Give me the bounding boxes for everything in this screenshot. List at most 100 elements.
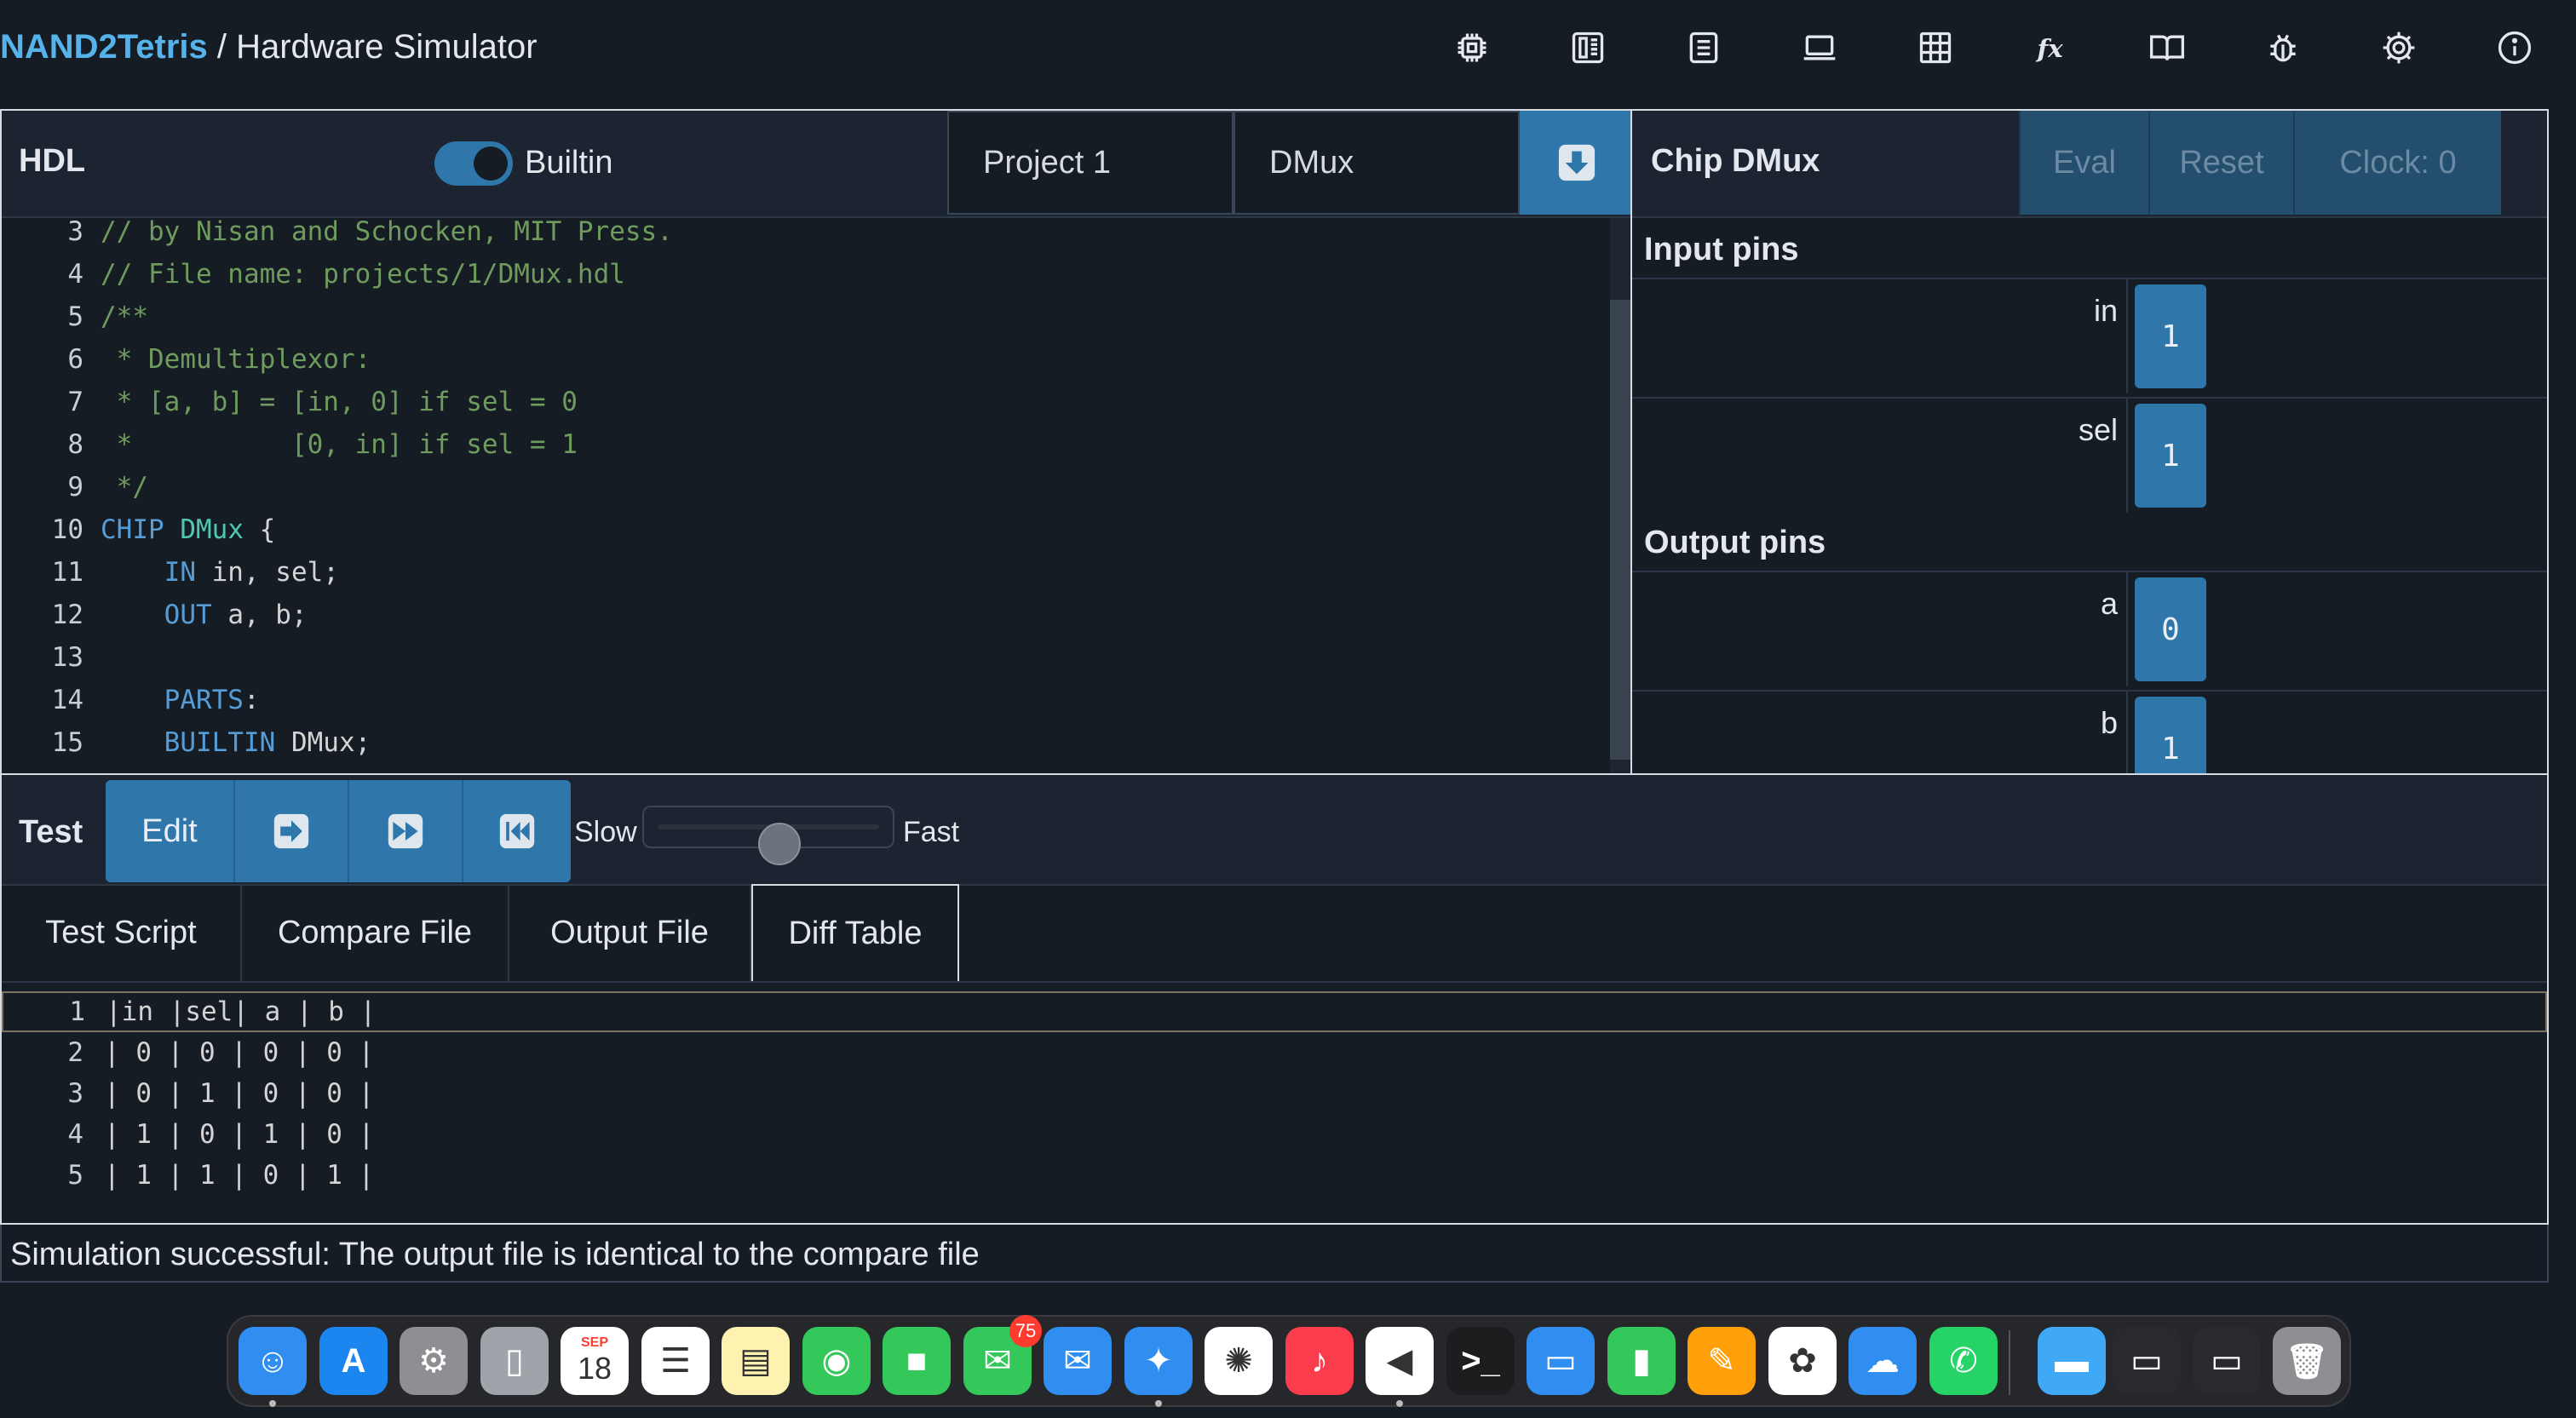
eval-button[interactable]: Eval <box>2019 111 2148 215</box>
dock-glyph: ▭ <box>1544 1342 1577 1380</box>
svg-text:fx: fx <box>2036 33 2064 63</box>
finder-dock-icon[interactable]: ☺ <box>239 1327 307 1395</box>
hdl-panel-title: HDL <box>19 143 86 179</box>
recent-window-2-dock-icon[interactable]: ▭ <box>2193 1327 2261 1395</box>
code-line: 3 // by Nisan and Schocken, MIT Press. <box>2 218 1612 252</box>
input-pin-row: in 1 <box>1632 278 2547 393</box>
bug-icon[interactable] <box>2225 20 2341 75</box>
tool-nav: fx <box>1414 20 2573 75</box>
input-pin-toggle[interactable]: 1 <box>2135 404 2206 508</box>
diff-table-view[interactable]: 1 |in |sel| a | b | 2 | 0 | 0 | 0 | 0 | 3 | 0… <box>2 983 2547 1223</box>
pin-divider <box>2126 692 2128 773</box>
line-number: 10 <box>51 514 83 545</box>
clock-button[interactable]: Clock: 0 <box>2293 111 2501 215</box>
code-line: 11 IN in, sel; <box>2 552 1612 593</box>
list-document-icon[interactable] <box>1646 20 1762 75</box>
step-button[interactable] <box>235 780 349 882</box>
dock-glyph: ✆ <box>1949 1342 1978 1380</box>
chatgpt-dock-icon[interactable]: ✺ <box>1205 1327 1273 1395</box>
facetime-dock-icon[interactable]: ■ <box>883 1327 951 1395</box>
project-select[interactable]: Project 1 <box>947 111 1233 215</box>
chip-icon[interactable] <box>1414 20 1530 75</box>
code-line: 7 * [a, b] = [in, 0] if sel = 0 <box>2 382 1612 422</box>
grid-table-icon[interactable] <box>1877 20 1993 75</box>
safari-dock-icon[interactable]: ✦ <box>1124 1327 1193 1395</box>
photos-dock-icon[interactable]: ✿ <box>1768 1327 1837 1395</box>
gear-icon[interactable] <box>2341 20 2457 75</box>
chip-select[interactable]: DMux <box>1233 111 1520 215</box>
code-line: 10 CHIP DMux { <box>2 509 1612 550</box>
chip-panel-title: Chip DMux <box>1651 143 1820 179</box>
terminal-dock-icon[interactable]: >_ <box>1446 1327 1515 1395</box>
input-pin-toggle[interactable]: 1 <box>2135 284 2206 388</box>
music-dock-icon[interactable]: ♪ <box>1285 1327 1354 1395</box>
macos-dock: ☺ A ⚙ ▯ SEP 18 ☰ ▤ ◉ ■ ✉ 75 ✉ ✦ ✺ ♪ ◀ >_ ▭ ▮ ✎ ✿ ☁ ✆ ▬ ▭ ▭ 🗑 <box>227 1315 2351 1407</box>
fast-label: Fast <box>903 816 960 848</box>
download-button[interactable] <box>1520 111 1630 215</box>
run-button[interactable] <box>349 780 463 882</box>
dock-glyph: ✿ <box>1788 1342 1817 1380</box>
hdl-editor-scroll-thumb[interactable] <box>1610 300 1630 760</box>
code-line: 13 <box>2 637 1612 678</box>
line-number: 12 <box>51 600 83 630</box>
messages-dock-icon[interactable]: ✉ 75 <box>963 1315 1042 1395</box>
hdl-code-editor[interactable]: 3 // by Nisan and Schocken, MIT Press. 4 //… <box>2 218 1612 773</box>
speed-slider-thumb[interactable] <box>758 823 801 865</box>
whatsapp-dock-icon[interactable]: ✆ <box>1929 1327 1998 1395</box>
diff-table-row: 5 | 1 | 1 | 0 | 1 | <box>2 1155 2547 1196</box>
open-book-icon[interactable] <box>2109 20 2225 75</box>
line-text: */ <box>101 467 148 508</box>
weather-dock-icon[interactable]: ☁ <box>1849 1327 1917 1395</box>
hdl-editor-scrollbar[interactable] <box>1610 218 1630 773</box>
notes-dock-icon[interactable]: ▤ <box>722 1327 790 1395</box>
recent-window-1-dock-icon[interactable]: ▭ <box>2113 1327 2181 1395</box>
pages-dock-icon[interactable]: ✎ <box>1688 1327 1756 1395</box>
reset-button[interactable]: Reset <box>2148 111 2293 215</box>
vscode-dock-icon[interactable]: ◀ <box>1366 1327 1434 1395</box>
calendar-month: SEP <box>580 1335 608 1350</box>
dock-glyph: ▤ <box>739 1342 772 1380</box>
line-text: /** <box>101 296 148 337</box>
running-indicator <box>1396 1400 1403 1407</box>
laptop-icon[interactable] <box>1762 20 1877 75</box>
code-text: : <box>243 685 260 715</box>
info-icon[interactable] <box>2457 20 2573 75</box>
tab-test-script[interactable]: Test Script <box>2 884 242 981</box>
pin-divider <box>2126 279 2128 393</box>
diff-row-text: | 0 | 0 | 0 | 0 | <box>104 1037 375 1068</box>
line-number: 1 <box>69 996 85 1027</box>
brand-link[interactable]: NAND2Tetris <box>0 28 208 66</box>
iphone-mirroring-dock-icon[interactable]: ▯ <box>480 1327 549 1395</box>
speed-slider[interactable] <box>642 806 894 865</box>
line-number: 13 <box>51 642 83 673</box>
line-number: 14 <box>51 685 83 715</box>
dock-glyph: ☰ <box>660 1342 691 1380</box>
app-store-dock-icon[interactable]: A <box>319 1327 388 1395</box>
test-controls: Edit <box>106 780 571 882</box>
reminders-dock-icon[interactable]: ☰ <box>641 1327 710 1395</box>
downloads-folder-dock-icon[interactable]: ▬ <box>2038 1327 2106 1395</box>
tab-compare-file[interactable]: Compare File <box>242 884 509 981</box>
system-settings-dock-icon[interactable]: ⚙ <box>400 1327 468 1395</box>
function-fx-icon[interactable]: fx <box>1993 20 2109 75</box>
line-number: 5 <box>67 301 83 332</box>
builtin-toggle[interactable] <box>434 141 513 186</box>
rewind-button[interactable] <box>463 780 571 882</box>
edit-button[interactable]: Edit <box>106 780 235 882</box>
code-chip-name: DMux <box>180 514 244 545</box>
keynote-dock-icon[interactable]: ▭ <box>1527 1327 1595 1395</box>
mail-dock-icon[interactable]: ✉ <box>1044 1327 1112 1395</box>
find-my-dock-icon[interactable]: ◉ <box>802 1327 871 1395</box>
line-text: * [0, in] if sel = 1 <box>101 424 578 465</box>
tab-output-file[interactable]: Output File <box>509 884 751 981</box>
calendar-dock-icon[interactable]: SEP 18 <box>561 1327 629 1395</box>
trash-dock-icon[interactable]: 🗑 <box>2273 1327 2341 1395</box>
dock-glyph: ▭ <box>2211 1342 2243 1380</box>
test-panel-header: Test Edit Slow Fast <box>2 775 2547 886</box>
builtin-toggle-label: Builtin <box>525 145 613 181</box>
numbers-dock-icon[interactable]: ▮ <box>1607 1327 1676 1395</box>
cpu-board-icon[interactable] <box>1530 20 1646 75</box>
tab-diff-table[interactable]: Diff Table <box>751 884 959 981</box>
chip-panel-header: Chip DMux Eval Reset Clock: 0 <box>1632 111 2547 218</box>
dock-glyph: ☺ <box>255 1341 290 1380</box>
